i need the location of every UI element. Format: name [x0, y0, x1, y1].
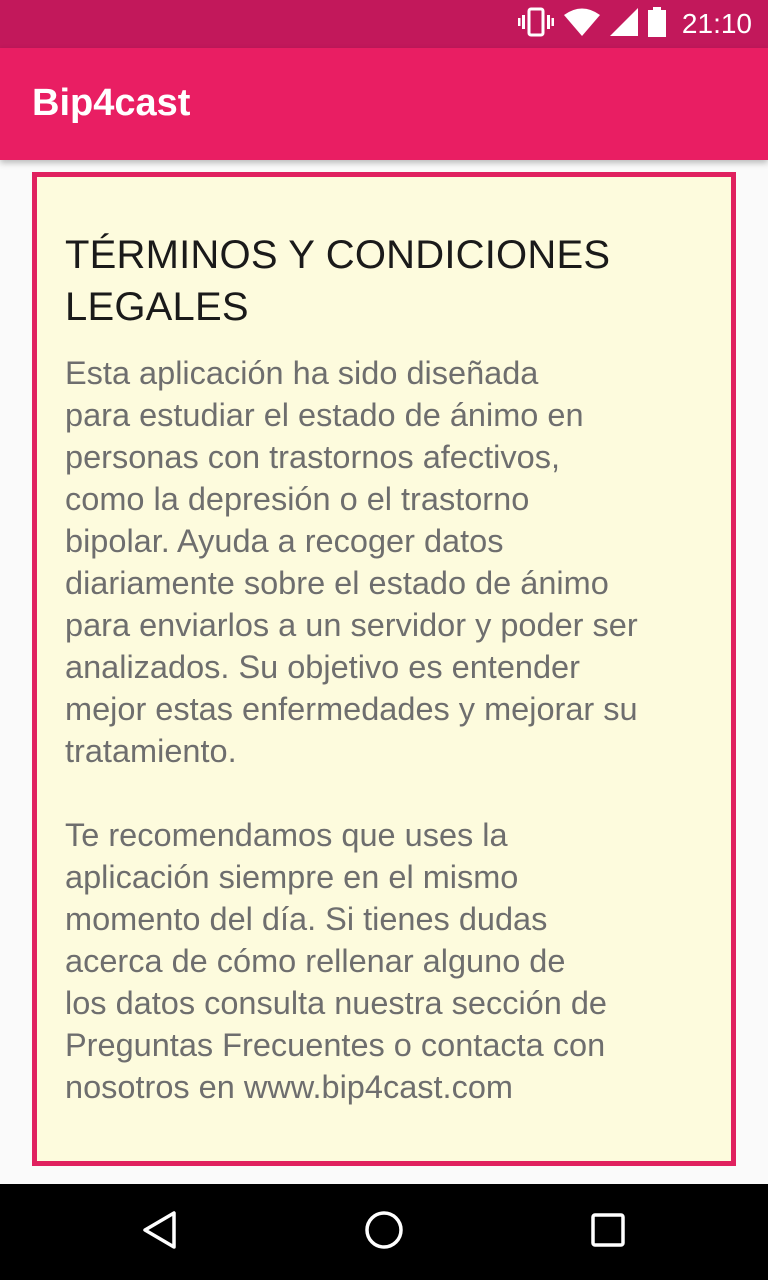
- home-icon: [363, 1209, 405, 1255]
- home-button[interactable]: [360, 1208, 408, 1256]
- vibrate-icon: [517, 7, 554, 41]
- app-title: Bip4cast: [32, 82, 191, 124]
- navigation-bar: [0, 1184, 768, 1280]
- terms-paragraph-2: Te recomendamos que uses la aplicación s…: [65, 817, 607, 1105]
- back-icon: [140, 1210, 180, 1254]
- status-icons: 21:10: [517, 0, 752, 48]
- status-time: 21:10: [681, 8, 752, 39]
- terms-title: TÉRMINOS Y CONDICIONES LEGALES: [65, 233, 611, 329]
- recents-button[interactable]: [584, 1208, 632, 1256]
- status-bar: 21:10: [0, 0, 768, 48]
- terms-body: Esta aplicación ha sido diseñada para es…: [65, 352, 715, 1108]
- recents-icon: [590, 1212, 626, 1252]
- terms-paragraph-1: Esta aplicación ha sido diseñada para es…: [65, 355, 638, 769]
- wifi-icon: [563, 8, 600, 40]
- battery-icon: [647, 7, 666, 41]
- cell-signal-icon: [609, 8, 638, 40]
- main-content[interactable]: TÉRMINOS Y CONDICIONES LEGALES Esta apli…: [0, 160, 768, 1184]
- app-bar: Bip4cast: [0, 48, 768, 160]
- back-button[interactable]: [136, 1208, 184, 1256]
- terms-card: TÉRMINOS Y CONDICIONES LEGALES Esta apli…: [32, 172, 736, 1166]
